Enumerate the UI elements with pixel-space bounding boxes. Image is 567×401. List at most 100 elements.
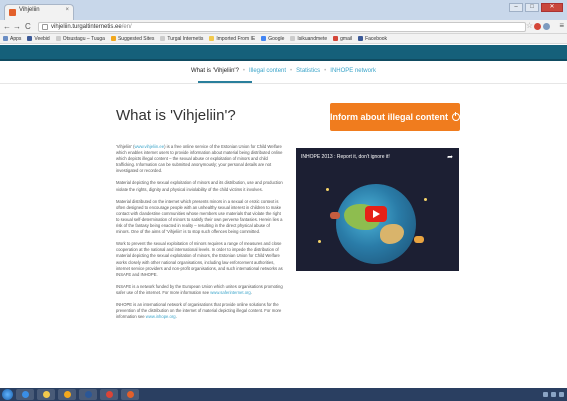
menu-icon[interactable]: ≡ bbox=[559, 21, 564, 31]
bookmark-icon bbox=[110, 36, 116, 41]
bookmark-label: Imported From IE bbox=[216, 35, 256, 42]
bookmark-icon bbox=[290, 36, 296, 41]
chrome-icon bbox=[105, 391, 113, 398]
paragraph-text: Work to prevent the sexual exploitation … bbox=[116, 241, 283, 277]
paragraph-text: Material depicting the sexual exploitati… bbox=[116, 180, 283, 192]
tab-close-icon[interactable]: × bbox=[65, 7, 69, 13]
share-icon[interactable]: ➦ bbox=[447, 153, 453, 161]
article-paragraph: Work to prevent the sexual exploitation … bbox=[116, 241, 284, 278]
word-icon bbox=[84, 391, 92, 398]
article-body: 'Vihjeliin' (www.vihjeliin.ee) is a free… bbox=[116, 144, 284, 326]
page-icon bbox=[42, 24, 48, 30]
paragraph-text: Material distributed on the internet whi… bbox=[116, 198, 283, 235]
bookmark-icon bbox=[160, 36, 166, 41]
nav-tab[interactable]: Statistics bbox=[296, 68, 320, 74]
address-bar[interactable]: vihjeliin.turgaltinternetis.ee/en/ bbox=[38, 22, 526, 32]
bookmark-icon bbox=[358, 36, 364, 41]
paragraph-text: . bbox=[175, 314, 177, 320]
bookmark-label: gmail bbox=[340, 35, 353, 42]
nav-tab[interactable]: What is 'Vihjeliin'? bbox=[191, 68, 239, 74]
close-window-button[interactable]: ✕ bbox=[541, 3, 563, 12]
page-title: What is 'Vihjeliin'? bbox=[116, 107, 236, 124]
ie-icon bbox=[21, 391, 29, 398]
paragraph-text: INHOPE is an international network of or… bbox=[116, 301, 282, 320]
paragraph-link[interactable]: www.inhope.org bbox=[146, 314, 176, 319]
taskbar-app-ie[interactable] bbox=[16, 389, 34, 400]
url-text: vihjeliin.turgaltinternetis.ee/en/ bbox=[51, 24, 132, 30]
url-path: /en/ bbox=[121, 24, 132, 30]
os-taskbar bbox=[0, 388, 567, 401]
favicon-icon bbox=[9, 9, 16, 16]
paragraph-link[interactable]: www.vihjeliin.ee bbox=[135, 144, 165, 149]
bookmark-item[interactable]: Otsustagu – Tuuga bbox=[55, 35, 105, 42]
nav-separator: • bbox=[290, 68, 293, 74]
bookmark-item[interactable]: Facebook bbox=[358, 36, 387, 42]
paragraph-text: . bbox=[250, 289, 252, 295]
bookmark-label: Google bbox=[268, 35, 285, 42]
power-icon bbox=[452, 112, 460, 121]
nav-tab[interactable]: Illegal content bbox=[249, 68, 286, 74]
report-illegal-content-button[interactable]: Inform about illegal content bbox=[330, 103, 460, 131]
bookmark-item[interactable]: Isikuandmete bbox=[290, 36, 327, 42]
volume-icon[interactable] bbox=[551, 392, 556, 397]
nav-separator: • bbox=[324, 68, 327, 74]
back-button[interactable]: ← bbox=[3, 22, 11, 32]
bookmark-label: Otsustagu – Tuuga bbox=[62, 35, 105, 42]
bookmark-icon bbox=[261, 36, 267, 41]
bookmark-item[interactable]: Apps bbox=[3, 36, 21, 42]
browser-tab[interactable]: Vihjeliin × bbox=[4, 4, 74, 20]
video-player[interactable]: INHOPE 2013 : Report it, don't ignore it… bbox=[296, 148, 459, 271]
browser-toolbar: ← → C vihjeliin.turgaltinternetis.ee/en/… bbox=[0, 20, 567, 34]
taskbar-app-explorer[interactable] bbox=[37, 389, 55, 400]
sparkle-decoration bbox=[318, 240, 321, 243]
nav-tab[interactable]: INHOPE network bbox=[330, 68, 376, 74]
bookmark-label: Isikuandmete bbox=[297, 35, 328, 42]
bookmark-icon bbox=[55, 36, 61, 41]
paragraph-link[interactable]: www.saferinternet.org bbox=[210, 290, 251, 295]
taskbar-app-media[interactable] bbox=[58, 389, 76, 400]
forward-button[interactable]: → bbox=[13, 22, 21, 32]
start-button[interactable] bbox=[2, 389, 13, 400]
system-tray bbox=[543, 392, 567, 397]
network-icon[interactable] bbox=[543, 392, 548, 397]
site-nav: What is 'Vihjeliin'? • Illegal content • Sta… bbox=[0, 68, 567, 82]
floating-object-decoration bbox=[330, 212, 340, 219]
tab-title: Vihjeliin bbox=[19, 7, 40, 13]
play-button[interactable] bbox=[365, 206, 387, 222]
window-controls: – □ ✕ bbox=[509, 3, 563, 12]
article-paragraph: INSAFE is a network funded by the Europe… bbox=[116, 284, 284, 296]
bookmarks-bar: Apps Veebid Otsustagu – Tuuga Suggested Sit… bbox=[0, 34, 567, 44]
bookmark-item[interactable]: Imported From IE bbox=[209, 36, 255, 42]
bookmark-label: Facebook bbox=[365, 35, 388, 42]
bookmark-item[interactable]: Veebid bbox=[27, 35, 50, 42]
article-paragraph: Material depicting the sexual exploitati… bbox=[116, 180, 284, 192]
taskbar-app-word[interactable] bbox=[79, 389, 97, 400]
bookmark-icon bbox=[27, 36, 33, 41]
taskbar-app-chrome[interactable] bbox=[100, 389, 118, 400]
site-header bbox=[0, 45, 567, 61]
bookmark-item[interactable]: Google bbox=[261, 36, 284, 42]
flag-icon[interactable] bbox=[559, 392, 564, 397]
report-button-label: Inform about illegal content bbox=[330, 112, 449, 122]
bookmark-item[interactable]: Turgal Internetis bbox=[160, 36, 203, 42]
bookmark-label: Suggested Sites bbox=[117, 35, 155, 42]
paragraph-text: 'Vihjeliin' ( bbox=[116, 144, 135, 149]
sparkle-decoration bbox=[326, 188, 329, 191]
browser-titlebar: Vihjeliin × – □ ✕ bbox=[0, 0, 567, 20]
media-icon bbox=[63, 391, 71, 398]
article-paragraph: INHOPE is an international network of or… bbox=[116, 302, 284, 320]
paragraph-text: INSAFE is a network funded by the Europe… bbox=[116, 283, 283, 295]
bookmark-star-icon[interactable]: ☆ bbox=[526, 21, 533, 31]
taskbar-app-paint[interactable] bbox=[121, 389, 139, 400]
extension-icon[interactable] bbox=[534, 23, 541, 30]
article-paragraph: 'Vihjeliin' (www.vihjeliin.ee) is a free… bbox=[116, 144, 284, 174]
reload-button[interactable]: C bbox=[25, 22, 31, 32]
minimize-button[interactable]: – bbox=[509, 3, 523, 12]
extension-icon[interactable] bbox=[543, 23, 550, 30]
video-title: INHOPE 2013 : Report it, don't ignore it… bbox=[301, 154, 390, 160]
bookmark-item[interactable]: Suggested Sites bbox=[110, 35, 155, 42]
bookmark-item[interactable]: gmail bbox=[333, 36, 352, 42]
maximize-button[interactable]: □ bbox=[525, 3, 539, 12]
nav-divider bbox=[0, 83, 567, 84]
bookmark-label: Veebid bbox=[34, 35, 50, 42]
